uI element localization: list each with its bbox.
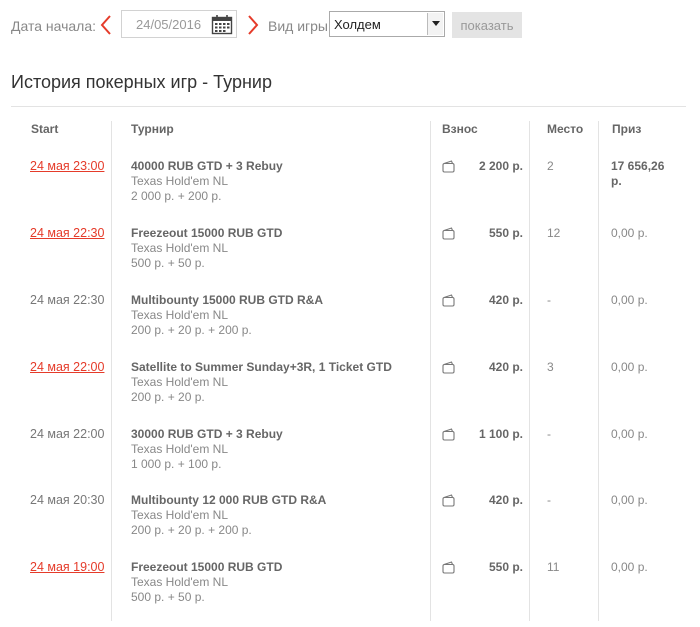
calendar-icon[interactable] bbox=[211, 14, 233, 35]
prize-cell: 17 656,26 р. bbox=[611, 159, 681, 189]
prize-cell: 0,00 р. bbox=[611, 560, 681, 575]
fee-amount: 550 р. bbox=[488, 226, 523, 240]
wallet-icon bbox=[442, 494, 455, 507]
wallet-icon bbox=[442, 160, 455, 173]
table-row: 24 мая 22:30 Multibounty 15000 RUB GTD R&… bbox=[11, 293, 686, 360]
date-label: Дата начала: bbox=[11, 18, 97, 34]
prize-cell: 0,00 р. bbox=[611, 493, 681, 508]
game-type-value: Холдем bbox=[334, 17, 381, 32]
buy-in: 200 р. + 20 р. + 200 р. bbox=[131, 323, 252, 337]
game-type: Texas Hold'em NL bbox=[131, 508, 228, 522]
tournament-name: Multibounty 15000 RUB GTD R&A bbox=[131, 293, 324, 307]
header-place[interactable]: Место bbox=[547, 122, 583, 136]
place-value: 3 bbox=[547, 360, 554, 374]
prize-amount: 0,00 р. bbox=[611, 293, 648, 307]
tournament-cell: Multibounty 15000 RUB GTD R&A Texas Hold'… bbox=[131, 293, 423, 338]
place-value: - bbox=[547, 493, 551, 507]
table-row: 24 мая 23:00 40000 RUB GTD + 3 Rebuy Texas… bbox=[11, 159, 686, 226]
buy-in: 2 000 р. + 200 р. bbox=[131, 189, 222, 203]
table-row: 24 мая 20:30 Multibounty 12 000 RUB GTD R… bbox=[11, 493, 686, 560]
chevron-down-icon[interactable] bbox=[427, 13, 443, 35]
show-button[interactable]: показать bbox=[452, 12, 522, 38]
game-type: Texas Hold'em NL bbox=[131, 308, 228, 322]
header-start[interactable]: Start bbox=[31, 122, 58, 136]
tournament-cell: 30000 RUB GTD + 3 Rebuy Texas Hold'em NL 1… bbox=[131, 427, 423, 472]
tournament-cell: 40000 RUB GTD + 3 Rebuy Texas Hold'em NL 2… bbox=[131, 159, 423, 204]
fee-amount: 420 р. bbox=[488, 493, 523, 507]
game-type: Texas Hold'em NL bbox=[131, 442, 228, 456]
prize-amount: 0,00 р. bbox=[611, 226, 648, 240]
start-time: 24 мая 22:30 bbox=[30, 293, 105, 307]
buy-in: 500 р. + 50 р. bbox=[131, 256, 205, 270]
chevron-right-icon bbox=[248, 15, 259, 35]
tournament-name: Multibounty 12 000 RUB GTD R&A bbox=[131, 493, 327, 507]
tournament-cell: Freezeout 15000 RUB GTD Texas Hold'em NL 5… bbox=[131, 560, 423, 605]
start-time: 24 мая 22:00 bbox=[30, 427, 105, 441]
chevron-left-icon bbox=[100, 15, 111, 35]
start-time: 24 мая 20:30 bbox=[30, 493, 105, 507]
date-input[interactable]: 24/05/2016 bbox=[121, 10, 237, 38]
prev-date-button[interactable] bbox=[98, 12, 114, 38]
buy-in: 500 р. + 50 р. bbox=[131, 590, 205, 604]
fee-amount: 550 р. bbox=[488, 560, 523, 574]
header-tournament[interactable]: Турнир bbox=[131, 122, 174, 136]
wallet-icon bbox=[442, 361, 455, 374]
place-value: 12 bbox=[547, 226, 561, 240]
prize-cell: 0,00 р. bbox=[611, 360, 681, 375]
start-time-link[interactable]: 24 мая 19:00 bbox=[30, 560, 104, 575]
prize-cell: 0,00 р. bbox=[611, 293, 681, 308]
game-type: Texas Hold'em NL bbox=[131, 241, 228, 255]
tournament-cell: Satellite to Summer Sunday+3R, 1 Ticket … bbox=[131, 360, 423, 405]
wallet-icon bbox=[442, 561, 455, 574]
game-type: Texas Hold'em NL bbox=[131, 375, 228, 389]
place-value: 2 bbox=[547, 159, 554, 173]
table-row: 24 мая 22:30 Freezeout 15000 RUB GTD Texas… bbox=[11, 226, 686, 293]
next-date-button[interactable] bbox=[245, 12, 261, 38]
buy-in: 200 р. + 20 р. bbox=[131, 390, 205, 404]
date-value: 24/05/2016 bbox=[136, 17, 202, 32]
fee-amount: 2 200 р. bbox=[478, 159, 523, 173]
page-title: История покерных игр - Турнир bbox=[11, 72, 272, 92]
buy-in: 1 000 р. + 100 р. bbox=[131, 457, 222, 471]
tournament-history-table: Start Турнир Взнос Место Приз 24 мая 23:… bbox=[11, 107, 686, 621]
place-value: - bbox=[547, 427, 551, 441]
filter-bar: Дата начала: 24/05/2016 Вид игры: Холдем bbox=[0, 0, 700, 52]
tournament-cell: Freezeout 15000 RUB GTD Texas Hold'em NL 5… bbox=[131, 226, 423, 271]
wallet-icon bbox=[442, 428, 455, 441]
fee-amount: 1 100 р. bbox=[478, 427, 523, 441]
prize-amount: 0,00 р. bbox=[611, 360, 648, 374]
start-time-link[interactable]: 24 мая 23:00 bbox=[30, 159, 104, 174]
tournament-cell: Multibounty 12 000 RUB GTD R&A Texas Hold… bbox=[131, 493, 423, 538]
table-row: 24 мая 22:00 30000 RUB GTD + 3 Rebuy Texas… bbox=[11, 427, 686, 494]
fee-amount: 420 р. bbox=[488, 360, 523, 374]
game-type-select[interactable]: Холдем bbox=[329, 11, 445, 37]
prize-amount: 17 656,26 bbox=[611, 159, 665, 173]
start-time-link[interactable]: 24 мая 22:30 bbox=[30, 226, 104, 241]
prize-cell: 0,00 р. bbox=[611, 226, 681, 241]
header-prize[interactable]: Приз bbox=[612, 122, 641, 136]
game-type: Texas Hold'em NL bbox=[131, 575, 228, 589]
prize-amount: 0,00 р. bbox=[611, 560, 648, 574]
buy-in: 200 р. + 20 р. + 200 р. bbox=[131, 523, 252, 537]
place-value: 11 bbox=[547, 560, 560, 574]
game-type-label: Вид игры: bbox=[268, 18, 332, 34]
table-row: 24 мая 19:00 Freezeout 15000 RUB GTD Texas… bbox=[11, 560, 686, 627]
prize-unit: р. bbox=[611, 174, 622, 188]
wallet-icon bbox=[442, 294, 455, 307]
header-fee[interactable]: Взнос bbox=[442, 122, 478, 136]
start-time-link[interactable]: 24 мая 22:00 bbox=[30, 360, 104, 375]
prize-cell: 0,00 р. bbox=[611, 427, 681, 442]
prize-amount: 0,00 р. bbox=[611, 493, 648, 507]
prize-amount: 0,00 р. bbox=[611, 427, 648, 441]
table-row: 24 мая 22:00 Satellite to Summer Sunday+3… bbox=[11, 360, 686, 427]
tournament-name: Freezeout 15000 RUB GTD bbox=[131, 226, 283, 240]
fee-amount: 420 р. bbox=[488, 293, 523, 307]
game-type: Texas Hold'em NL bbox=[131, 174, 228, 188]
tournament-name: Satellite to Summer Sunday+3R, 1 Ticket … bbox=[131, 360, 392, 374]
place-value: - bbox=[547, 293, 551, 307]
tournament-name: Freezeout 15000 RUB GTD bbox=[131, 560, 283, 574]
wallet-icon bbox=[442, 227, 455, 240]
tournament-name: 40000 RUB GTD + 3 Rebuy bbox=[131, 159, 283, 173]
tournament-name: 30000 RUB GTD + 3 Rebuy bbox=[131, 427, 283, 441]
